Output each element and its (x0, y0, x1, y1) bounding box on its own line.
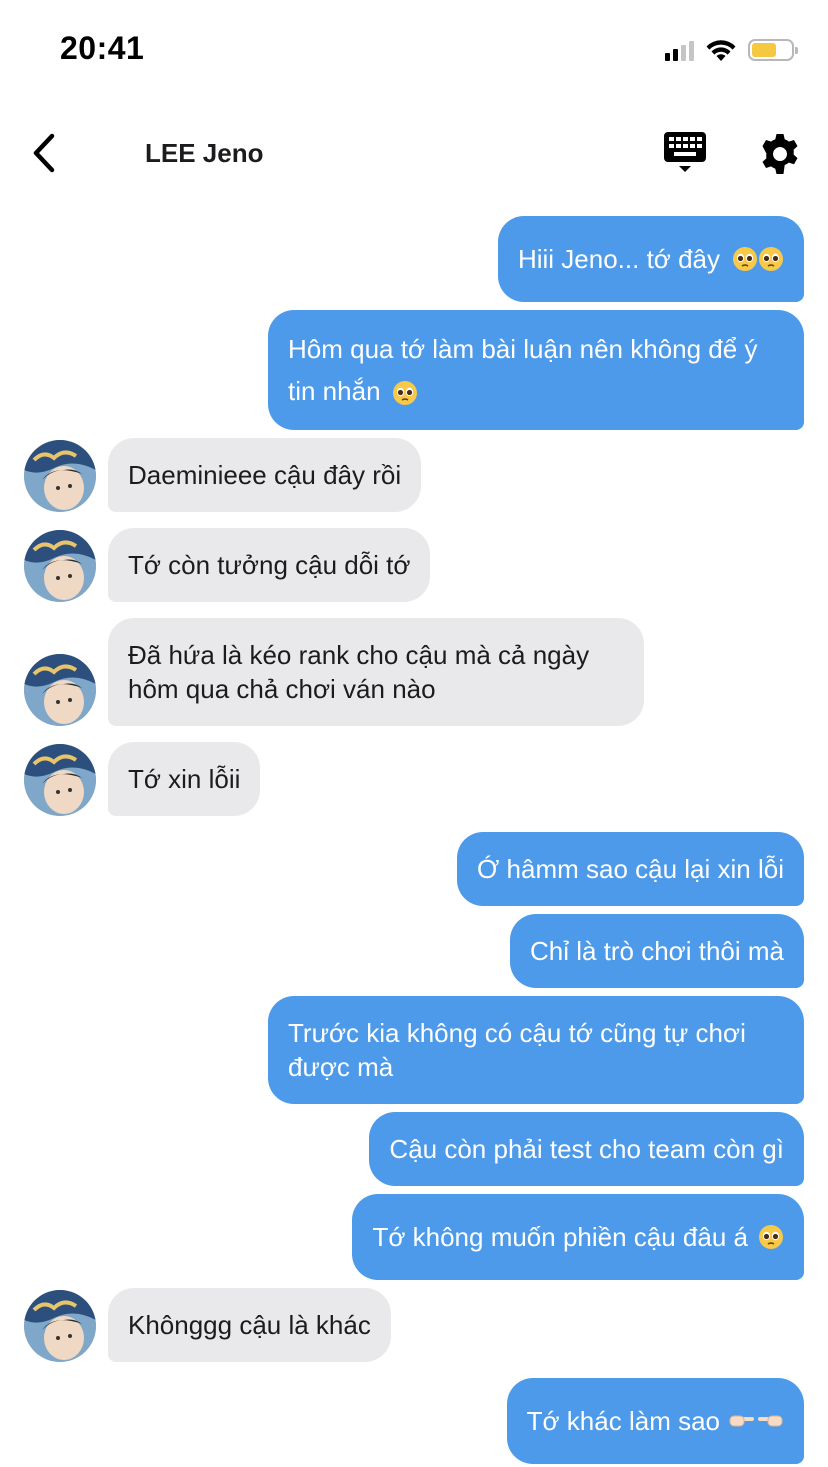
message-outgoing: Cậu còn phải test cho team còn gì (369, 1112, 804, 1186)
message-outgoing: Tớ khác làm sao (506, 1378, 804, 1464)
index-pointing-icon (728, 1410, 756, 1432)
message-text: Ớ hâmm sao cậu lại xin lỗi (477, 854, 784, 884)
message-text: Tớ không muốn phiền cậu đâu á (372, 1222, 748, 1252)
message-text: Cậu còn phải test cho team còn gì (389, 1134, 784, 1164)
message-outgoing: Hiii Jeno... tớ đây (497, 216, 804, 302)
message-bubble[interactable]: Hiii Jeno... tớ đây (497, 216, 804, 302)
message-text: Chỉ là trò chơi thôi mà (529, 936, 784, 966)
message-text: Trước kia không có cậu tớ cũng tự chơi đ… (288, 1018, 746, 1082)
index-pointing-icon (756, 1410, 784, 1432)
message-text: Tớ xin lỗii (128, 764, 241, 794)
message-bubble[interactable]: Tớ không muốn phiền cậu đâu á (352, 1194, 804, 1280)
message-bubble[interactable]: Tớ xin lỗii (108, 742, 261, 816)
message-bubble[interactable]: Ớ hâmm sao cậu lại xin lỗi (457, 832, 804, 906)
avatar[interactable] (24, 1290, 96, 1362)
message-bubble[interactable]: Khônggg cậu là khác (108, 1288, 391, 1362)
pleading-face-icon (392, 380, 418, 406)
message-outgoing: Trước kia không có cậu tớ cũng tự chơi đ… (268, 996, 804, 1104)
message-bubble[interactable]: Tớ khác làm sao (506, 1378, 804, 1464)
pleading-face-icon (758, 246, 784, 272)
avatar[interactable] (24, 440, 96, 512)
message-incoming: Tớ còn tưởng cậu dỗi tớ (108, 528, 431, 602)
message-text: Tớ còn tưởng cậu dỗi tớ (128, 550, 411, 580)
message-text: Khônggg cậu là khác (128, 1310, 371, 1340)
message-text: Daeminieee cậu đây rồi (128, 460, 402, 490)
pleading-face-icon (732, 246, 758, 272)
message-bubble[interactable]: Trước kia không có cậu tớ cũng tự chơi đ… (268, 996, 804, 1104)
message-incoming: Đã hứa là kéo rank cho cậu mà cả ngày hô… (108, 618, 644, 726)
message-bubble[interactable]: Đã hứa là kéo rank cho cậu mà cả ngày hô… (108, 618, 644, 726)
message-text: Hiii Jeno... tớ đây (517, 244, 720, 274)
message-incoming: Khônggg cậu là khác (108, 1288, 391, 1362)
message-bubble[interactable]: Tớ còn tưởng cậu dỗi tớ (108, 528, 431, 602)
avatar[interactable] (24, 654, 96, 726)
message-outgoing: Hôm qua tớ làm bài luận nên không để ý t… (268, 310, 804, 430)
message-incoming: Tớ xin lỗii (108, 742, 261, 816)
message-list: Hiii Jeno... tớ đây Hôm qua tớ làm bài l… (0, 0, 828, 1467)
pleading-face-icon (758, 1224, 784, 1250)
avatar[interactable] (24, 744, 96, 816)
avatar[interactable] (24, 530, 96, 602)
message-incoming: Daeminieee cậu đây rồi (108, 438, 422, 512)
message-text: Tớ khác làm sao (526, 1406, 720, 1436)
message-outgoing: Chỉ là trò chơi thôi mà (509, 914, 804, 988)
message-outgoing: Ớ hâmm sao cậu lại xin lỗi (457, 832, 804, 906)
message-bubble[interactable]: Cậu còn phải test cho team còn gì (369, 1112, 804, 1186)
message-text: Hôm qua tớ làm bài luận nên không để ý t… (288, 334, 758, 406)
message-bubble[interactable]: Chỉ là trò chơi thôi mà (509, 914, 804, 988)
message-bubble[interactable]: Hôm qua tớ làm bài luận nên không để ý t… (268, 310, 804, 430)
message-bubble[interactable]: Daeminieee cậu đây rồi (108, 438, 422, 512)
message-text: Đã hứa là kéo rank cho cậu mà cả ngày hô… (128, 640, 590, 704)
message-outgoing: Tớ không muốn phiền cậu đâu á (352, 1194, 804, 1280)
